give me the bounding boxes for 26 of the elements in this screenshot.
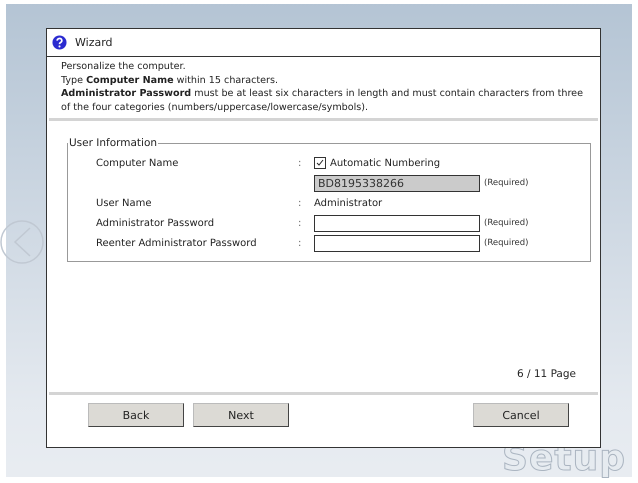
colon-separator: : xyxy=(298,158,302,168)
window-title: Wizard xyxy=(75,36,113,49)
wizard-button[interactable]: Back xyxy=(88,403,184,427)
field-value: Administrator xyxy=(314,198,384,208)
required-note: (Required) xyxy=(484,178,528,188)
page-indicator: 6 / 11 Page xyxy=(516,368,576,380)
help-icon xyxy=(52,35,67,50)
group-title: User Information xyxy=(68,137,158,149)
instruction-text: Type Computer Name within 15 characters. xyxy=(61,74,280,87)
colon-separator: : xyxy=(298,238,302,248)
field-label: Reenter Administrator Password xyxy=(96,238,258,248)
field-label: User Name xyxy=(96,198,152,208)
input-field[interactable] xyxy=(314,214,480,232)
colon-separator: : xyxy=(298,198,302,208)
required-note: (Required) xyxy=(484,218,528,228)
instruction-text: Administrator Password must be at least six characters in length and must contain characters from three of the four categories (numbers/uppercase/lowercase/symbols). xyxy=(61,87,584,114)
field-label: Administrator Password xyxy=(96,218,216,228)
field-label: Computer Name xyxy=(96,158,180,168)
wizard-button[interactable]: Cancel xyxy=(473,403,569,427)
required-note: (Required) xyxy=(484,238,528,248)
input-field[interactable] xyxy=(314,234,480,252)
checkbox-label: Automatic Numbering xyxy=(330,158,440,168)
colon-separator: : xyxy=(298,218,302,228)
wizard-button[interactable]: Next xyxy=(193,403,289,427)
checkbox[interactable] xyxy=(314,157,326,169)
instruction-text: Personalize the computer. xyxy=(61,60,187,74)
